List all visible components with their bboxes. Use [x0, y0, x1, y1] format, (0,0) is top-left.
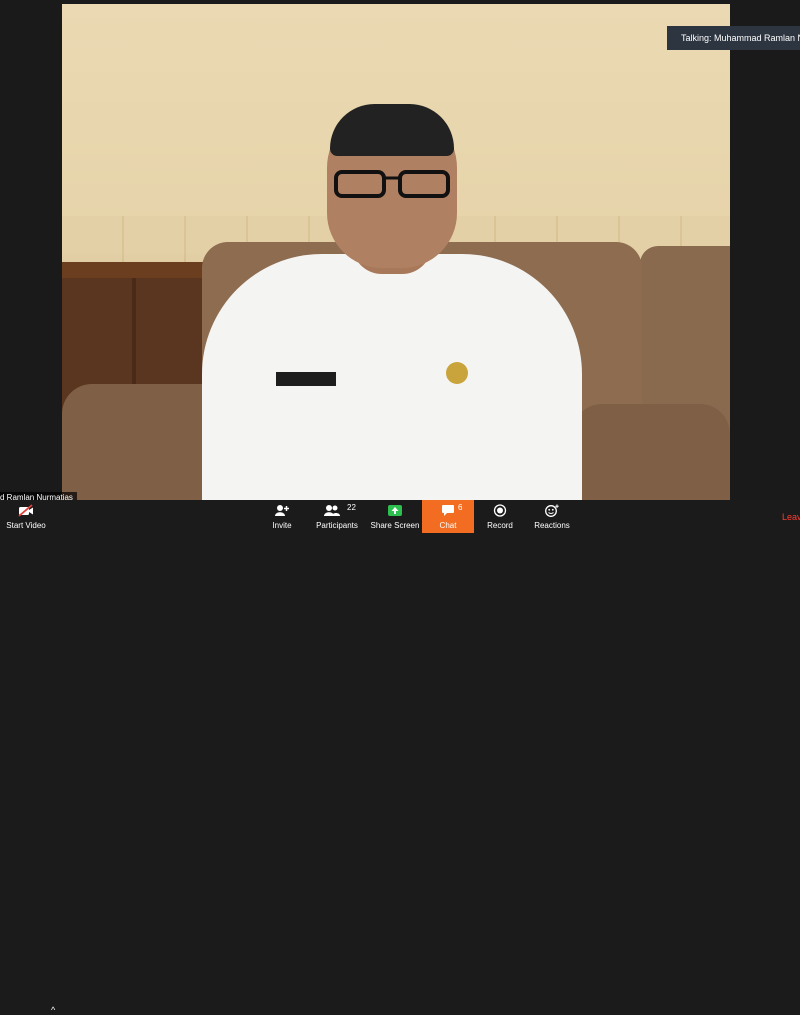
chat-button[interactable]: 6 Chat [422, 500, 474, 533]
reactions-label: Reactions [534, 521, 570, 530]
record-label: Record [487, 521, 513, 530]
person-hair [330, 104, 454, 156]
speaker-video [62, 4, 730, 500]
reactions-icon [545, 504, 559, 517]
chat-label: Chat [439, 521, 457, 530]
invite-icon [275, 505, 289, 516]
chat-icon [442, 505, 454, 516]
meeting-toolbar: Start Video ^ Invite 22 Participants Sha… [0, 500, 800, 1015]
record-icon [493, 504, 507, 517]
invite-button[interactable]: Invite [262, 500, 302, 533]
participants-icon [324, 505, 340, 516]
share-screen-label: Share Screen [370, 521, 420, 530]
start-video-label: Start Video [6, 521, 46, 530]
glasses [334, 170, 450, 198]
caret-up-icon[interactable]: ^ [51, 1005, 55, 1015]
participants-count: 22 [347, 503, 356, 512]
talking-indicator: Talking: Muhammad Ramlan Nurmatias [667, 26, 800, 50]
share-screen-button[interactable]: Share Screen [370, 500, 420, 533]
uniform-badge [446, 362, 468, 384]
person-shirt [202, 254, 582, 500]
record-button[interactable]: Record [480, 500, 520, 533]
invite-label: Invite [272, 521, 292, 530]
reactions-button[interactable]: Reactions [530, 500, 574, 533]
participants-label: Participants [316, 521, 358, 530]
start-video-button[interactable]: Start Video [0, 500, 52, 533]
participants-button[interactable]: 22 Participants [312, 500, 362, 533]
name-tag [276, 372, 336, 386]
video-off-icon [18, 504, 33, 517]
sofa-arm-right [572, 404, 730, 500]
share-screen-icon [388, 505, 402, 516]
chat-count: 6 [458, 503, 463, 512]
meeting-stage: Talking: Muhammad Ramlan Nurmatias d Ram… [0, 0, 800, 504]
leave-button[interactable]: Leave [782, 512, 800, 522]
